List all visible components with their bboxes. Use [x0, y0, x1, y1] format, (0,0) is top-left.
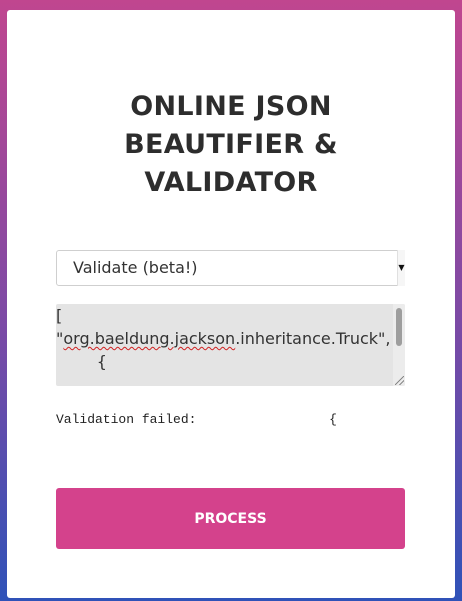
main-card: ONLINE JSON BEAUTIFIER & VALIDATOR Valid…: [7, 10, 455, 598]
validation-label: Validation failed:: [56, 412, 197, 427]
page-title: ONLINE JSON BEAUTIFIER & VALIDATOR: [7, 88, 455, 202]
json-line-3: {: [56, 352, 107, 371]
json-line-1: [: [56, 306, 63, 325]
page-title-line-1: ONLINE JSON: [130, 91, 332, 122]
mode-select-value: Validate (beta!): [73, 258, 198, 277]
page-title-line-2: BEAUTIFIER &: [124, 129, 338, 160]
mode-select[interactable]: Validate (beta!) ▼: [56, 250, 405, 286]
process-button[interactable]: PROCESS: [56, 488, 405, 549]
validation-detail: {: [329, 412, 337, 427]
json-input-text: [ "org.baeldung.jackson.inheritance.Truc…: [56, 304, 405, 373]
json-line-2: "org.baeldung.jackson.inheritance.Truck"…: [56, 329, 391, 348]
page-title-line-3: VALIDATOR: [144, 167, 318, 198]
json-input-textarea[interactable]: [ "org.baeldung.jackson.inheritance.Truc…: [56, 304, 405, 386]
dropdown-arrow-icon[interactable]: ▼: [397, 250, 405, 286]
validation-result: Validation failed: {: [56, 410, 405, 430]
resize-grip-icon[interactable]: [395, 376, 404, 385]
editor-scrollbar[interactable]: [393, 304, 405, 386]
editor-scrollbar-thumb[interactable]: [396, 308, 402, 346]
spellcheck-underline: org.baeldung.jackson: [63, 329, 236, 348]
